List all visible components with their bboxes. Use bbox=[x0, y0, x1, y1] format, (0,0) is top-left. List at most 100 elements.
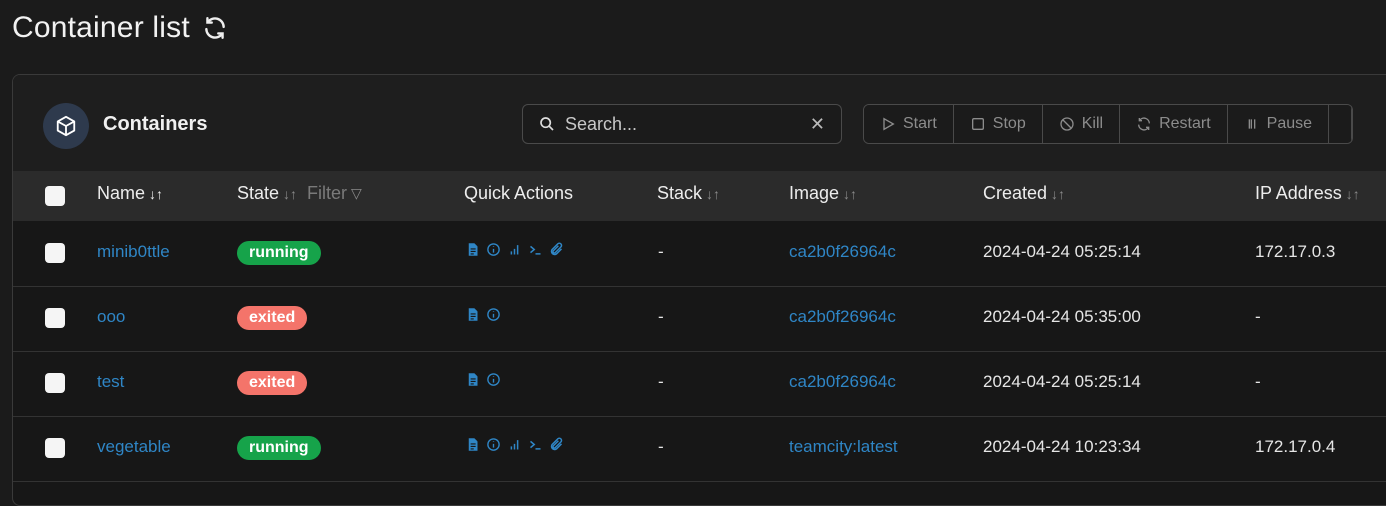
quick-actions bbox=[465, 372, 501, 392]
stats-icon[interactable] bbox=[507, 242, 522, 262]
quick-actions bbox=[465, 437, 564, 457]
stop-icon bbox=[971, 118, 984, 130]
select-all-checkbox[interactable] bbox=[45, 186, 65, 206]
restart-icon bbox=[1138, 117, 1151, 131]
created-cell: 2024-04-24 05:35:00 bbox=[983, 307, 1141, 326]
stack-cell: - bbox=[658, 372, 664, 391]
inspect-icon[interactable] bbox=[486, 372, 501, 392]
sort-icon: ↓↑ bbox=[149, 185, 164, 202]
attach-icon[interactable] bbox=[549, 437, 564, 457]
play-icon bbox=[883, 117, 895, 131]
created-cell: 2024-04-24 10:23:34 bbox=[983, 437, 1141, 456]
header-created[interactable]: Created ↓↑ bbox=[983, 183, 1065, 204]
header-stack[interactable]: Stack ↓↑ bbox=[657, 183, 720, 204]
ban-icon bbox=[1060, 117, 1074, 131]
table-row: test exited - ca2b0f26964c 2024-04-24 05:25:… bbox=[13, 351, 1386, 417]
inspect-icon[interactable] bbox=[486, 307, 501, 327]
kill-button[interactable]: Kill bbox=[1042, 105, 1121, 143]
panel-title: Containers bbox=[103, 113, 208, 135]
inspect-icon[interactable] bbox=[486, 437, 501, 457]
logs-icon[interactable] bbox=[465, 372, 480, 392]
header-quick-actions: Quick Actions bbox=[464, 183, 573, 204]
stop-button-label: Stop bbox=[992, 115, 1026, 132]
header-quick-actions-label: Quick Actions bbox=[464, 183, 574, 203]
restart-button[interactable]: Restart bbox=[1120, 105, 1228, 143]
ip-cell: 172.17.0.3 bbox=[1255, 242, 1336, 261]
inspect-icon[interactable] bbox=[486, 242, 501, 262]
status-badge: running bbox=[237, 241, 321, 265]
image-link[interactable]: ca2b0f26964c bbox=[789, 307, 896, 327]
sort-icon: ↓↑ bbox=[1051, 185, 1066, 202]
containers-panel: Containers ✕ Start Stop Kill R bbox=[12, 74, 1386, 506]
clear-search-icon[interactable]: ✕ bbox=[810, 114, 825, 135]
quick-actions bbox=[465, 307, 501, 327]
header-name[interactable]: Name ↓↑ bbox=[97, 183, 163, 204]
header-state[interactable]: State ↓↑ Filter ▽ bbox=[237, 183, 362, 204]
restart-button-label: Restart bbox=[1159, 115, 1211, 132]
header-ip[interactable]: IP Address ↓↑ bbox=[1255, 183, 1360, 204]
refresh-icon[interactable] bbox=[202, 15, 228, 41]
kill-button-label: Kill bbox=[1081, 115, 1104, 132]
table-header: Name ↓↑ State ↓↑ Filter ▽ Quick Actions … bbox=[13, 171, 1386, 221]
sort-icon: ↓↑ bbox=[283, 185, 298, 202]
state-filter[interactable]: Filter bbox=[307, 183, 347, 204]
quick-actions bbox=[465, 242, 564, 262]
header-ip-label: IP Address bbox=[1255, 183, 1342, 203]
container-name-link[interactable]: test bbox=[97, 372, 124, 392]
sort-icon: ↓↑ bbox=[843, 185, 858, 202]
header-name-label: Name bbox=[97, 183, 146, 203]
row-checkbox[interactable] bbox=[45, 438, 65, 458]
stack-cell: - bbox=[658, 242, 664, 261]
stack-cell: - bbox=[658, 437, 664, 456]
logs-icon[interactable] bbox=[465, 437, 480, 457]
pause-icon bbox=[1248, 119, 1255, 129]
header-stack-label: Stack bbox=[657, 183, 703, 203]
header-image[interactable]: Image ↓↑ bbox=[789, 183, 857, 204]
attach-icon[interactable] bbox=[549, 242, 564, 262]
container-name-link[interactable]: vegetable bbox=[97, 437, 171, 457]
search-field[interactable]: ✕ bbox=[522, 104, 842, 144]
container-name-link[interactable]: ooo bbox=[97, 307, 125, 327]
page-title: Container list bbox=[12, 11, 190, 44]
panel-header: Containers ✕ Start Stop Kill R bbox=[13, 75, 1386, 171]
table-row: minib0ttle running - ca2b0f26964c 2024-04-24… bbox=[13, 221, 1386, 287]
ip-cell: - bbox=[1255, 372, 1261, 391]
start-button[interactable]: Start bbox=[864, 105, 954, 143]
status-badge: running bbox=[237, 436, 321, 460]
console-icon[interactable] bbox=[528, 437, 543, 457]
stack-cell: - bbox=[658, 307, 664, 326]
image-link[interactable]: ca2b0f26964c bbox=[789, 372, 896, 392]
header-created-label: Created bbox=[983, 183, 1048, 203]
row-checkbox[interactable] bbox=[45, 243, 65, 263]
created-cell: 2024-04-24 05:25:14 bbox=[983, 242, 1141, 261]
pause-button-label: Pause bbox=[1266, 115, 1313, 132]
console-icon[interactable] bbox=[528, 242, 543, 262]
cube-icon bbox=[43, 103, 89, 149]
page-header: Container list bbox=[12, 8, 228, 48]
table-row: vegetable running - teamcity:latest 2024-04-… bbox=[13, 416, 1386, 482]
stats-icon[interactable] bbox=[507, 437, 522, 457]
image-link[interactable]: teamcity:latest bbox=[789, 437, 898, 457]
search-icon bbox=[539, 116, 555, 132]
sort-icon: ↓↑ bbox=[1345, 185, 1360, 202]
sort-icon: ↓↑ bbox=[706, 185, 721, 202]
stop-button[interactable]: Stop bbox=[953, 105, 1043, 143]
ip-cell: 172.17.0.4 bbox=[1255, 437, 1336, 456]
table-row: ooo exited - ca2b0f26964c 2024-04-24 05:35:0… bbox=[13, 286, 1386, 352]
container-actions: Start Stop Kill Restart Pause bbox=[863, 104, 1354, 144]
created-cell: 2024-04-24 05:25:14 bbox=[983, 372, 1141, 391]
search-input[interactable] bbox=[563, 112, 807, 136]
row-checkbox[interactable] bbox=[45, 308, 65, 328]
header-image-label: Image bbox=[789, 183, 840, 203]
header-state-label: State bbox=[237, 183, 280, 203]
row-checkbox[interactable] bbox=[45, 373, 65, 393]
pause-button[interactable]: Pause bbox=[1227, 105, 1330, 143]
image-link[interactable]: ca2b0f26964c bbox=[789, 242, 896, 262]
container-name-link[interactable]: minib0ttle bbox=[97, 242, 170, 262]
logs-icon[interactable] bbox=[465, 242, 480, 262]
more-actions-button[interactable] bbox=[1329, 105, 1353, 143]
status-badge: exited bbox=[237, 306, 308, 330]
logs-icon[interactable] bbox=[465, 307, 480, 327]
start-button-label: Start bbox=[903, 115, 937, 132]
status-badge: exited bbox=[237, 371, 308, 395]
